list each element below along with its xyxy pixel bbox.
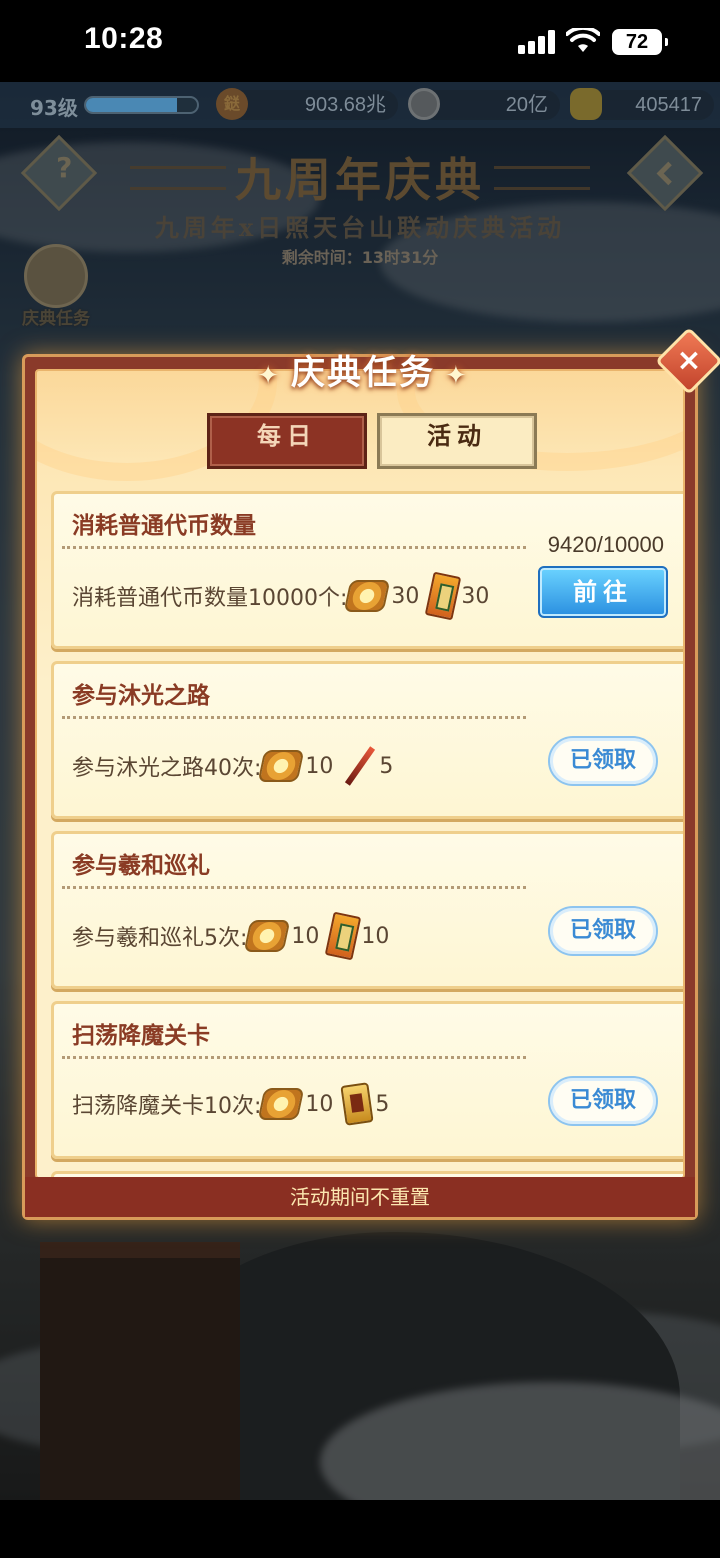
reward-amount: 10 xyxy=(361,923,390,949)
level-progress-bar xyxy=(84,96,199,114)
side-task-button[interactable]: 庆典任务 xyxy=(14,244,98,329)
task-description: 扫荡降魔关卡10次: 10 5 xyxy=(72,1082,399,1126)
status-bar: 10:28 72 xyxy=(0,0,720,82)
modal-body: 每日 活动 消耗普通代币数量 消耗普通代币数量10000个: 30 30 942… xyxy=(35,369,685,1179)
task-desc-text: 消耗普通代币数量10000个: xyxy=(72,586,348,611)
event-header: 九周年庆典 九周年x日照天台山联动庆典活动 剩余时间：13时31分 xyxy=(0,140,720,270)
task-title: 参与羲和巡礼 xyxy=(72,853,210,879)
reward-amount: 30 xyxy=(461,583,490,609)
reward-amount: 5 xyxy=(375,1091,390,1117)
task-desc-text: 扫荡降魔关卡10次: xyxy=(72,1094,262,1119)
modal-title-wrap: ✦ 庆典任务 ✦ xyxy=(25,345,701,394)
reward-amount: 10 xyxy=(291,923,320,949)
token-coin-icon xyxy=(258,750,305,782)
task-progress: 9420/10000 xyxy=(547,532,664,557)
sword-icon xyxy=(343,744,375,788)
task-title: 消耗普通代币数量 xyxy=(72,513,256,539)
modal-title: 庆典任务 xyxy=(291,353,435,393)
token-coin-icon xyxy=(258,1088,305,1120)
currency-amount-1: 903.68兆 xyxy=(228,90,398,120)
go-button[interactable]: 前往 xyxy=(538,566,668,618)
currency-amount-3: 405417 xyxy=(584,90,714,120)
wifi-icon xyxy=(566,28,600,52)
reward-amount: 5 xyxy=(379,753,394,779)
task-card: 扫荡降魔关卡 扫荡降魔关卡10次: 10 5 已领取 xyxy=(51,1001,683,1159)
arrow-left-icon xyxy=(642,149,690,194)
side-task-label: 庆典任务 xyxy=(22,309,90,329)
battery-indicator: 72 xyxy=(612,29,668,55)
bottom-bar xyxy=(0,1500,720,1558)
event-subtitle: 九周年x日照天台山联动庆典活动 xyxy=(154,213,566,242)
tab-daily[interactable]: 每日 xyxy=(207,413,367,469)
modal-footer-note: 活动期间不重置 xyxy=(25,1177,695,1217)
currency-1-icon: 鎹 xyxy=(216,88,248,120)
coin-icon xyxy=(408,88,440,120)
task-desc-text: 参与羲和巡礼5次: xyxy=(72,926,248,951)
task-modal: 每日 活动 消耗普通代币数量 消耗普通代币数量10000个: 30 30 942… xyxy=(22,327,720,1220)
claimed-button[interactable]: 已领取 xyxy=(548,906,658,956)
event-title: 九周年庆典 xyxy=(235,153,485,207)
remaining-time: 剩余时间：13时31分 xyxy=(281,248,439,267)
task-card: 消耗普通代币数量 消耗普通代币数量10000个: 30 30 9420/1000… xyxy=(51,491,683,649)
signal-icon xyxy=(518,30,558,54)
claimed-button[interactable]: 已领取 xyxy=(548,1076,658,1126)
claimed-button[interactable]: 已领取 xyxy=(548,736,658,786)
scroll-reward-icon xyxy=(340,1082,375,1126)
reward-amount: 30 xyxy=(391,583,420,609)
sparkle-icon: ✦ xyxy=(257,361,281,391)
token-coin-icon xyxy=(244,920,291,952)
tab-bar: 每日 活动 xyxy=(207,413,547,471)
gold-ingot-icon xyxy=(570,88,602,120)
ticket-icon xyxy=(325,911,362,961)
reward-amount: 10 xyxy=(305,753,334,779)
question-icon: ? xyxy=(56,151,73,185)
task-title: 扫荡降魔关卡 xyxy=(72,1023,210,1049)
task-card: 参与羲和巡礼 参与羲和巡礼5次: 10 10 已领取 xyxy=(51,831,683,989)
task-description: 参与沐光之路40次: 10 5 xyxy=(72,744,403,788)
reward-amount: 10 xyxy=(305,1091,334,1117)
tab-event[interactable]: 活动 xyxy=(377,413,537,469)
close-icon: × xyxy=(676,343,702,378)
top-hud: 93级 903.68兆 鎹 20亿 405417 xyxy=(0,82,720,128)
ticket-icon xyxy=(425,571,462,621)
sparkle-icon: ✦ xyxy=(445,361,469,391)
currency-amount-2: 20亿 xyxy=(420,90,560,120)
task-list[interactable]: 消耗普通代币数量 消耗普通代币数量10000个: 30 30 9420/1000… xyxy=(51,491,683,1177)
task-card: 参与沐光之路 参与沐光之路40次: 10 5 已领取 xyxy=(51,661,683,819)
task-desc-text: 参与沐光之路40次: xyxy=(72,756,262,781)
task-description: 消耗普通代币数量10000个: 30 30 xyxy=(72,571,499,621)
status-time: 10:28 xyxy=(84,22,164,55)
task-description: 参与羲和巡礼5次: 10 10 xyxy=(72,911,399,961)
task-title: 参与沐光之路 xyxy=(72,683,210,709)
scroll-icon xyxy=(24,244,88,308)
token-coin-icon xyxy=(344,580,391,612)
player-level: 93级 xyxy=(30,96,78,120)
